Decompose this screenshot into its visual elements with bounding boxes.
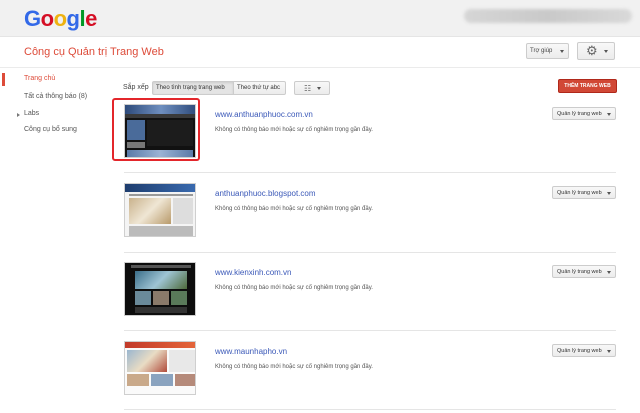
gear-icon: ⚙ [586,43,598,58]
manage-site-label: Quản lý trang web [557,190,602,196]
help-dropdown[interactable]: Trợ giúp [526,43,569,59]
site-link[interactable]: www.kienxinh.com.vn [215,268,291,277]
top-bar: Google [0,0,640,37]
manage-site-dropdown[interactable]: Quản lý trang web [552,265,616,278]
add-site-button[interactable]: THÊM TRANG WEB [558,79,617,93]
site-thumbnail[interactable] [124,183,196,237]
chevron-down-icon [607,271,611,274]
site-thumbnail[interactable] [124,262,196,316]
chevron-down-icon [607,113,611,116]
chevron-down-icon [560,50,564,53]
logo-letter: g [66,6,80,31]
site-link[interactable]: www.anthuanphuoc.com.vn [215,110,313,119]
row-divider [124,409,616,410]
manage-site-label: Quản lý trang web [557,348,602,354]
manage-site-label: Quản lý trang web [557,269,602,275]
sidebar-item-all-messages[interactable]: Tất cả thông báo (8) [24,93,87,100]
sort-label: Sắp xếp [123,84,149,91]
manage-site-dropdown[interactable]: Quản lý trang web [552,107,616,120]
row-divider [124,330,616,331]
row-divider [124,172,616,173]
chevron-down-icon [317,87,321,90]
header-divider [0,67,640,68]
logo-letter: e [85,6,97,31]
triangle-right-icon[interactable] [17,113,20,117]
account-info-redacted[interactable] [464,9,632,23]
logo-letter: o [53,6,67,31]
app-title: Công cụ Quản trị Trang Web [24,46,164,58]
site-row: www.anthuanphuoc.com.vn Không có thông b… [112,98,622,179]
chevron-down-icon [604,50,608,53]
google-logo[interactable]: Google [24,6,97,32]
active-indicator [2,73,5,86]
site-row: www.maunhapho.vn Không có thông báo mới … [112,338,622,413]
view-mode-dropdown[interactable]: ☷ [294,81,330,95]
site-status-message: Không có thông báo mới hoặc sự cố nghiêm… [215,206,373,212]
site-row: www.kienxinh.com.vn Không có thông báo m… [112,259,622,337]
site-thumbnail[interactable] [124,341,196,395]
site-row: anthuanphuoc.blogspot.com Không có thông… [112,180,622,258]
sidebar-item-labs[interactable]: Labs [24,110,39,117]
sidebar-item-other-resources[interactable]: Công cụ bổ sung [24,126,77,133]
sort-by-status-button[interactable]: Theo tình trạng trang web [152,81,234,95]
list-view-icon: ☷ [304,84,312,93]
manage-site-dropdown[interactable]: Quản lý trang web [552,186,616,199]
row-divider [124,252,616,253]
site-status-message: Không có thông báo mới hoặc sự cố nghiêm… [215,127,373,133]
site-link[interactable]: www.maunhapho.vn [215,347,287,356]
help-label: Trợ giúp [530,48,553,54]
logo-letter: G [24,6,41,31]
site-status-message: Không có thông báo mới hoặc sự cố nghiêm… [215,364,373,370]
chevron-down-icon [607,192,611,195]
chevron-down-icon [607,350,611,353]
manage-site-dropdown[interactable]: Quản lý trang web [552,344,616,357]
site-link[interactable]: anthuanphuoc.blogspot.com [215,189,316,198]
settings-button[interactable]: ⚙ [577,42,615,60]
manage-site-label: Quản lý trang web [557,111,602,117]
selection-highlight [112,98,200,161]
sort-alphabetical-button[interactable]: Theo thứ tự abc [233,81,286,95]
logo-letter: o [40,6,54,31]
site-status-message: Không có thông báo mới hoặc sự cố nghiêm… [215,285,373,291]
sidebar-item-home[interactable]: Trang chủ [24,75,55,82]
